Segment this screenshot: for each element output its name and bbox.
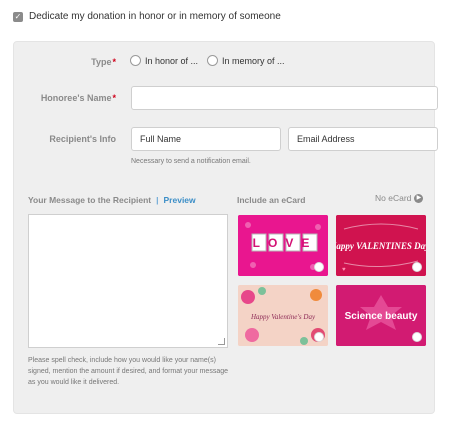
ecard-floral[interactable]: Happy Valentine's Day [238, 285, 328, 346]
ecard-happy-valentines[interactable]: Happy VALENTINES Day! ♥ ♥ [336, 215, 426, 276]
radio-in-honor-label: In honor of ... [145, 55, 199, 66]
full-name-input[interactable]: Full Name [131, 127, 281, 151]
no-ecard-button[interactable]: No eCard ▶ [375, 193, 424, 203]
preview-link[interactable]: Preview [164, 195, 196, 205]
ecard-science-radio[interactable] [412, 332, 422, 342]
ecard-happy-valentines-radio[interactable] [412, 262, 422, 272]
full-name-placeholder: Full Name [140, 134, 182, 144]
dedicate-checkbox-row[interactable]: ✓ Dedicate my donation in honor or in me… [13, 11, 281, 22]
ecard-happy-valentines-text: Happy VALENTINES Day! [336, 241, 426, 251]
radio-in-honor[interactable]: In honor of ... [130, 55, 198, 66]
type-label: Type* [91, 57, 116, 67]
ecard-science-text: Science beauty [345, 311, 418, 322]
no-ecard-label: No eCard [375, 193, 412, 203]
message-title-row: Your Message to the Recipient | Preview [28, 195, 196, 205]
radio-in-memory[interactable]: In memory of ... [207, 55, 285, 66]
chevron-right-icon: ▶ [414, 193, 424, 203]
ecard-floral-radio[interactable] [314, 332, 324, 342]
title-separator: | [156, 195, 159, 205]
message-help-text: Please spell check, include how you woul… [28, 357, 228, 386]
email-placeholder: Email Address [297, 134, 355, 144]
honoree-label: Honoree's Name* [40, 93, 116, 103]
ecard-science[interactable]: Science beauty [336, 285, 426, 346]
ecard-title: Include an eCard [237, 195, 306, 205]
radio-in-honor-button[interactable] [130, 55, 141, 66]
svg-text:♥: ♥ [342, 267, 346, 273]
dedication-panel: Type* In honor of ... In memory of ... H… [13, 41, 438, 414]
dedicate-checkbox[interactable]: ✓ [13, 11, 23, 22]
recipient-label: Recipient's Info [49, 134, 116, 144]
ecard-love[interactable]: LOVE [238, 215, 328, 276]
message-textarea[interactable] [28, 214, 228, 348]
honoree-name-input[interactable] [131, 86, 438, 110]
ecard-floral-text: Happy Valentine's Day [250, 313, 316, 321]
resize-grip-icon[interactable] [218, 338, 225, 345]
radio-in-memory-label: In memory of ... [222, 55, 285, 66]
message-title: Your Message to the Recipient [28, 195, 152, 205]
email-input[interactable]: Email Address [288, 127, 438, 151]
ecard-love-radio[interactable] [314, 262, 324, 272]
ecard-love-text: LOVE [253, 236, 318, 250]
radio-in-memory-button[interactable] [207, 55, 218, 66]
dedicate-label: Dedicate my donation in honor or in memo… [29, 11, 281, 22]
email-hint: Necessary to send a notification email. [131, 158, 251, 165]
